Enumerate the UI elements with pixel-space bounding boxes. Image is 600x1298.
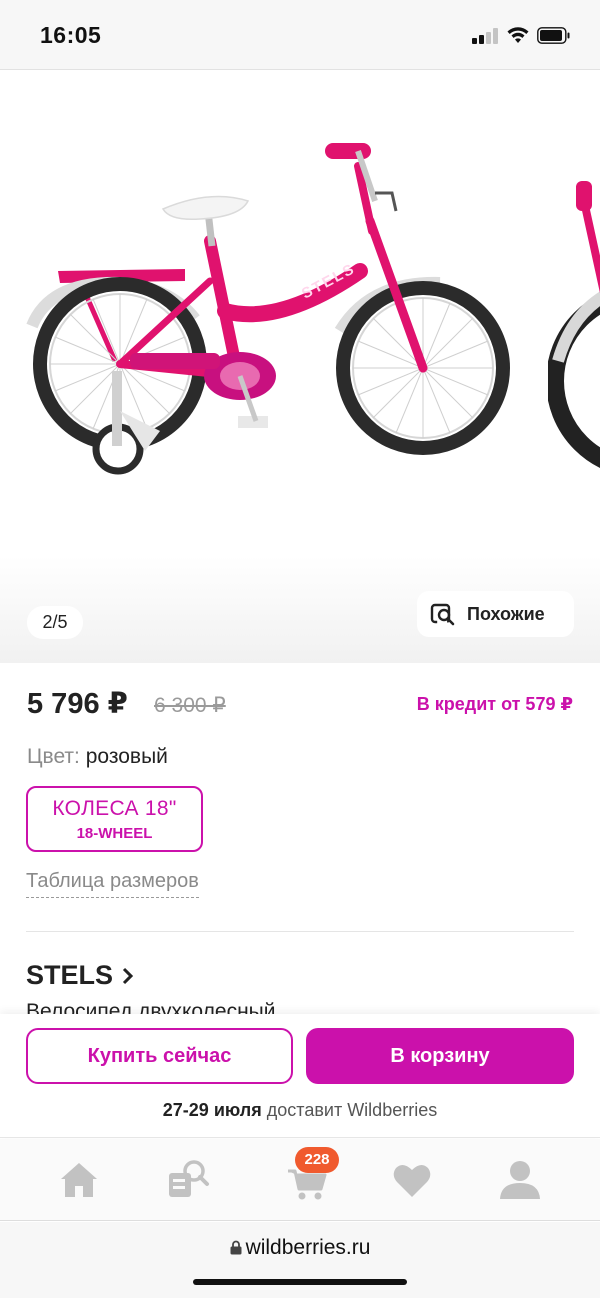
gallery-page-counter: 2/5	[27, 606, 83, 639]
size-option-selected[interactable]: КОЛЕСА 18" 18-WHEEL	[26, 786, 203, 852]
color-row: Цвет: розовый	[27, 745, 168, 769]
credit-offer-link[interactable]: В кредит от 579 ₽	[417, 694, 573, 715]
action-panel: Купить сейчас В корзину 27-29 июля доста…	[0, 1014, 600, 1138]
bottom-tab-bar: 228	[0, 1139, 600, 1221]
heart-icon	[393, 1164, 431, 1197]
delivery-info: 27-29 июля доставит Wildberries	[0, 1100, 600, 1121]
browser-url-bar[interactable]: wildberries.ru	[0, 1222, 600, 1298]
size-table-link[interactable]: Таблица размеров	[26, 870, 199, 898]
color-label: Цвет:	[27, 745, 80, 768]
tab-catalog[interactable]	[165, 1157, 211, 1203]
tab-profile[interactable]	[497, 1157, 543, 1203]
similar-products-label: Похожие	[467, 603, 545, 624]
url-text: wildberries.ru	[245, 1236, 371, 1259]
home-icon	[61, 1163, 97, 1197]
product-gallery[interactable]: STELS 2/5 Похожие	[0, 71, 600, 663]
old-price: 6 300 ₽	[154, 694, 226, 717]
brand-name: STELS	[26, 960, 114, 990]
size-option-sublabel: 18-WHEEL	[76, 825, 153, 842]
brand-link[interactable]: STELS	[26, 960, 135, 991]
delivery-date: 27-29 июля	[162, 1100, 262, 1120]
next-product-image	[548, 181, 600, 468]
divider	[26, 931, 574, 932]
profile-icon	[500, 1161, 540, 1199]
product-description: Велосипед двухколесный	[26, 1000, 276, 1014]
add-to-cart-button[interactable]: В корзину	[306, 1028, 574, 1084]
home-indicator	[193, 1279, 407, 1285]
similar-search-icon	[430, 603, 455, 626]
catalog-search-icon	[169, 1160, 209, 1197]
url-display[interactable]: wildberries.ru	[0, 1236, 600, 1260]
description-clip: Велосипед двухколесный	[26, 1000, 574, 1014]
similar-products-button[interactable]: Похожие	[417, 591, 574, 637]
tab-home[interactable]	[56, 1157, 102, 1203]
battery-icon	[537, 27, 570, 44]
wifi-icon	[507, 27, 529, 43]
chevron-right-icon	[122, 967, 134, 984]
status-bar: 16:05	[0, 0, 600, 70]
tab-favorites[interactable]	[389, 1157, 435, 1203]
product-image-bike: STELS	[26, 143, 510, 475]
buy-now-button[interactable]: Купить сейчас	[26, 1028, 293, 1084]
status-time: 16:05	[40, 22, 102, 48]
signal-icon	[472, 28, 500, 44]
lock-icon	[230, 1240, 242, 1255]
delivery-text: доставит Wildberries	[266, 1100, 438, 1120]
size-option-label: КОЛЕСА 18"	[52, 797, 177, 820]
current-price: 5 796 ₽	[27, 688, 128, 720]
cart-count-badge: 228	[295, 1147, 339, 1173]
color-value: розовый	[85, 745, 168, 768]
